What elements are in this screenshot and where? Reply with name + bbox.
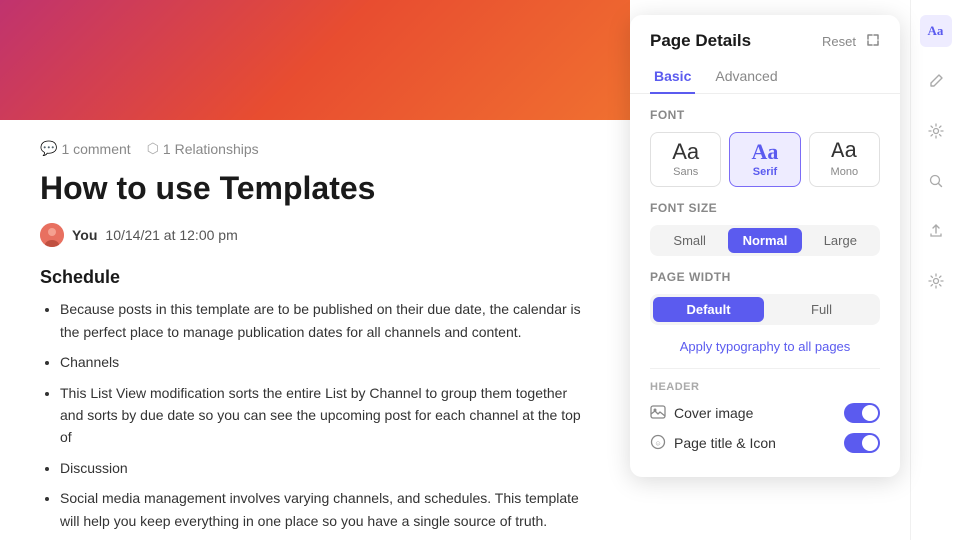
tab-advanced[interactable]: Advanced [711, 62, 781, 94]
cover-image-text: Cover image [674, 405, 753, 421]
font-section-label: Font [650, 108, 880, 122]
font-size-small[interactable]: Small [653, 228, 726, 253]
list-item: This List View modification sorts the en… [60, 382, 590, 449]
font-size-section-label: Font Size [650, 201, 880, 215]
page-details-panel: Page Details Reset Basic Advanced Font A… [630, 15, 900, 477]
panel-header: Page Details Reset [630, 15, 900, 51]
cover-image-toggle[interactable] [844, 403, 880, 423]
toolbar-text-format-icon[interactable]: Aa [920, 15, 952, 47]
panel-header-actions: Reset [822, 33, 880, 50]
author-name: You [72, 227, 97, 243]
toolbar-search-icon[interactable] [920, 165, 952, 197]
font-mono-label: Mono [831, 166, 859, 178]
list-item: Because posts in this template are to be… [60, 298, 590, 343]
page-width-full[interactable]: Full [766, 297, 877, 322]
toolbar-settings-icon[interactable] [920, 115, 952, 147]
font-size-large[interactable]: Large [804, 228, 877, 253]
icon-toolbar: Aa [910, 0, 960, 540]
expand-button[interactable] [866, 33, 880, 50]
page-title-icon-label: ☺ Page title & Icon [650, 434, 776, 453]
reset-button[interactable]: Reset [822, 34, 856, 49]
page-width-section-label: Page Width [650, 270, 880, 284]
author-row: You 10/14/21 at 12:00 pm [40, 223, 590, 247]
cover-image-row: Cover image [650, 403, 880, 423]
font-serif-label: Serif [753, 166, 777, 178]
font-option-sans[interactable]: Aa Sans [650, 132, 721, 187]
relationship-count: 1 Relationships [163, 141, 259, 157]
list-item: Social media management involves varying… [60, 487, 590, 532]
toolbar-export-icon[interactable] [920, 215, 952, 247]
comment-count: 1 comment [61, 141, 130, 157]
list-item: Discussion [60, 457, 590, 479]
cover-image-icon [650, 404, 666, 423]
font-sans-label: Sans [673, 166, 698, 178]
font-mono-letter: Aa [831, 141, 857, 163]
page-width-options: Default Full [650, 294, 880, 325]
font-option-serif[interactable]: Aa Serif [729, 132, 800, 187]
main-content: 💬 1 comment ⬡ 1 Relationships How to use… [0, 0, 630, 540]
font-options: Aa Sans Aa Serif Aa Mono [650, 132, 880, 187]
page-header-image [0, 0, 630, 120]
page-title-icon-toggle[interactable] [844, 433, 880, 453]
panel-title: Page Details [650, 31, 751, 51]
relationship-meta[interactable]: ⬡ 1 Relationships [147, 140, 259, 157]
page-title-icon-icon: ☺ [650, 434, 666, 453]
header-section-label: HEADER [650, 368, 880, 393]
font-size-options: Small Normal Large [650, 225, 880, 256]
font-option-mono[interactable]: Aa Mono [809, 132, 880, 187]
toolbar-edit-icon[interactable] [920, 65, 952, 97]
list-item: Channels [60, 351, 590, 373]
font-sans-letter: Aa [672, 141, 699, 163]
apply-typography-link[interactable]: Apply typography to all pages [650, 339, 880, 354]
page-title: How to use Templates [40, 169, 590, 207]
font-serif-letter: Aa [752, 141, 779, 163]
content-list: Because posts in this template are to be… [40, 298, 590, 532]
cover-image-label: Cover image [650, 404, 753, 423]
toolbar-gear-icon[interactable] [920, 265, 952, 297]
panel-body: Font Aa Sans Aa Serif Aa Mono Font Size … [630, 94, 900, 477]
svg-text:☺: ☺ [654, 440, 661, 447]
tab-basic[interactable]: Basic [650, 62, 695, 94]
page-title-icon-text: Page title & Icon [674, 435, 776, 451]
avatar [40, 223, 64, 247]
relationship-icon: ⬡ [147, 140, 159, 157]
panel-tabs: Basic Advanced [630, 51, 900, 94]
comment-icon: 💬 [40, 140, 57, 157]
section-title: Schedule [40, 267, 590, 288]
page-width-default[interactable]: Default [653, 297, 764, 322]
comment-meta[interactable]: 💬 1 comment [40, 140, 131, 157]
font-size-normal[interactable]: Normal [728, 228, 801, 253]
author-date: 10/14/21 at 12:00 pm [105, 227, 237, 243]
page-title-icon-row: ☺ Page title & Icon [650, 433, 880, 453]
meta-row: 💬 1 comment ⬡ 1 Relationships [40, 140, 590, 157]
